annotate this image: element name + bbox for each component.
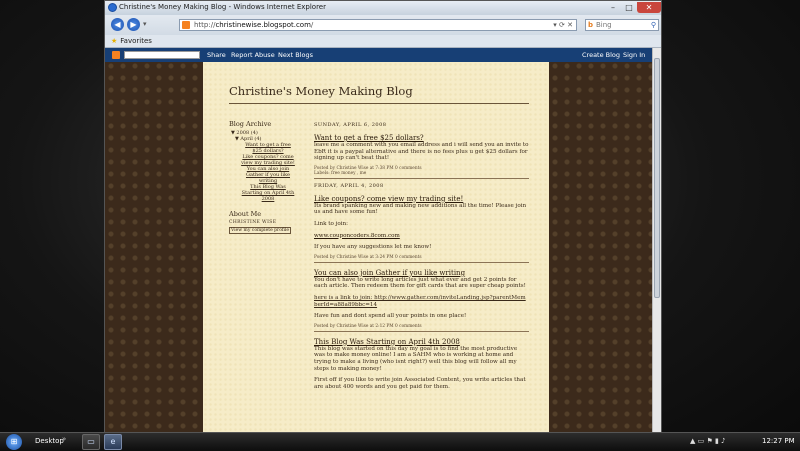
- post-date: SUNDAY, APRIL 6, 2008: [314, 122, 387, 128]
- post-body: This blog was started on this day my goa…: [314, 346, 529, 391]
- sidebar: Blog Archive ▼ 2008 (4) ▼ April (4) Want…: [229, 120, 295, 234]
- system-tray-icons[interactable]: ▲ ▭ ⚑ ▮ ♪: [690, 437, 726, 445]
- maximize-button[interactable]: □: [621, 2, 637, 13]
- post-link[interactable]: www.couponcoders.8com.com: [314, 233, 400, 239]
- post: This Blog Was Starting on April 4th 2008…: [314, 338, 529, 391]
- page-viewport: Share Report Abuse Next Blogs Create Blo…: [105, 48, 654, 433]
- ie-taskbar-button[interactable]: e: [104, 434, 122, 450]
- post: FRIDAY, APRIL 4, 2008 Like coupons? come…: [314, 183, 529, 263]
- author-name[interactable]: CHRISTINE WISE: [229, 220, 295, 225]
- forward-button[interactable]: ▶: [127, 18, 140, 31]
- start-button[interactable]: ⊞: [6, 434, 22, 450]
- archive-post-link[interactable]: Like coupons? come view my trading site!: [241, 154, 295, 166]
- post-paragraph: You don't have to write long articles ju…: [314, 276, 526, 290]
- folder-icon: ▭: [87, 437, 95, 446]
- ie-icon: e: [110, 437, 116, 446]
- minimize-button[interactable]: –: [605, 2, 621, 13]
- clock[interactable]: 12:27 PM: [762, 437, 795, 445]
- scrollbar-thumb[interactable]: [654, 58, 660, 298]
- next-blogs-link[interactable]: Next Blogs: [278, 48, 313, 62]
- archive-post-link[interactable]: This Blog Was Starting on April 4th 2008: [241, 184, 295, 202]
- post-paragraph: First off if you like to write join Asso…: [314, 377, 526, 390]
- back-button[interactable]: ◀: [111, 18, 124, 31]
- post-title[interactable]: Like coupons? come view my trading site!: [314, 195, 529, 203]
- address-suffix: /: [310, 21, 314, 29]
- share-link[interactable]: Share: [207, 48, 226, 62]
- post-paragraph: Its brand spanking new and making new ad…: [314, 202, 527, 216]
- address-prefix: http://: [194, 21, 216, 29]
- post: You can also join Gather if you like wri…: [314, 269, 529, 332]
- post-paragraph: This blog was started on this day my goa…: [314, 345, 518, 372]
- blog-archive-heading: Blog Archive: [229, 120, 272, 128]
- toolbar-chevron[interactable]: »: [62, 435, 66, 443]
- post-date: FRIDAY, APRIL 4, 2008: [314, 182, 384, 189]
- create-blog-link[interactable]: Create Blog: [582, 48, 620, 62]
- bing-logo-icon: b: [588, 21, 594, 29]
- title-bar: Christine's Money Making Blog - Windows …: [105, 1, 661, 15]
- post-paragraph: leave me a comment with you email addres…: [314, 142, 529, 162]
- post-footer: Posted by Christine Wise at 7:38 PM 0 co…: [314, 166, 529, 179]
- favorites-bar: ★ Favorites: [105, 35, 661, 48]
- post-footer[interactable]: Posted by Christine Wise at 3:24 PM 0 co…: [314, 255, 529, 263]
- about-me-heading: About Me: [229, 210, 262, 218]
- browser-window: Christine's Money Making Blog - Windows …: [104, 0, 662, 433]
- address-bar[interactable]: http://christinewise.blogspot.com/ ▾ ⟳ ✕: [179, 19, 577, 31]
- post-body: Its brand spanking new and making new ad…: [314, 203, 529, 251]
- desktop-toolbar-label[interactable]: Desktop: [35, 437, 64, 445]
- search-box[interactable]: b Bing ⚲: [585, 19, 659, 31]
- blog-title[interactable]: Christine's Money Making Blog: [229, 84, 413, 98]
- blogger-favicon-icon: [182, 21, 190, 29]
- post-paragraph: Have fun and dont spend all your points …: [314, 313, 467, 320]
- vertical-scrollbar[interactable]: [652, 48, 661, 433]
- post-paragraph: If you have any suggestions let me know!: [314, 244, 432, 251]
- archive-post-link[interactable]: Want to get a free $25 dollars?: [241, 142, 295, 154]
- posts-column: SUNDAY, APRIL 6, 2008 Want to get a free…: [314, 118, 529, 395]
- archive-post-link[interactable]: You can also join Gather if you like wri…: [241, 166, 295, 184]
- report-abuse-link[interactable]: Report Abuse: [231, 48, 275, 62]
- sign-in-link[interactable]: Sign In: [623, 48, 645, 62]
- recent-pages-icon[interactable]: ▾: [143, 20, 147, 28]
- navigation-bar: ◀ ▶ ▾ http://christinewise.blogspot.com/…: [105, 15, 661, 35]
- post-labels[interactable]: Labels: free money , me: [314, 171, 529, 176]
- search-engine-name: Bing: [596, 21, 612, 29]
- favorites-label[interactable]: Favorites: [120, 37, 152, 45]
- post-footer[interactable]: Posted by Christine Wise at 2:12 PM 0 co…: [314, 324, 529, 332]
- close-button[interactable]: ✕: [637, 2, 661, 13]
- post-title[interactable]: This Blog Was Starting on April 4th 2008: [314, 338, 529, 346]
- blogger-logo-icon[interactable]: [112, 51, 120, 59]
- post-link-paragraph[interactable]: here is a link to join: http://www.gathe…: [314, 295, 529, 308]
- post-title[interactable]: You can also join Gather if you like wri…: [314, 269, 529, 277]
- blogger-navbar: Share Report Abuse Next Blogs Create Blo…: [105, 48, 654, 62]
- view-profile-link[interactable]: View my complete profile: [229, 227, 292, 234]
- post-body: leave me a comment with you email addres…: [314, 142, 529, 162]
- post-title[interactable]: Want to get a free $25 dollars?: [314, 134, 529, 142]
- post: SUNDAY, APRIL 6, 2008 Want to get a free…: [314, 122, 529, 179]
- explorer-taskbar-button[interactable]: ▭: [82, 434, 100, 450]
- post-paragraph: Link to join:: [314, 220, 349, 227]
- search-icon[interactable]: ⚲: [651, 20, 656, 30]
- blog-content-area: Christine's Money Making Blog Blog Archi…: [203, 62, 549, 433]
- blog-search-input[interactable]: [124, 51, 200, 59]
- window-title: Christine's Money Making Blog - Windows …: [119, 3, 326, 11]
- title-divider: [229, 103, 529, 104]
- refresh-stop-icons[interactable]: ▾ ⟳ ✕: [553, 20, 573, 30]
- ie-logo-icon: [108, 3, 117, 12]
- favorites-star-icon[interactable]: ★: [111, 37, 117, 45]
- taskbar: ⊞ Desktop » ▭ e ▲ ▭ ⚑ ▮ ♪ 12:27 PM: [0, 432, 800, 451]
- post-body: You don't have to write long articles ju…: [314, 277, 529, 320]
- address-host: christinewise.blogspot.com: [215, 21, 311, 29]
